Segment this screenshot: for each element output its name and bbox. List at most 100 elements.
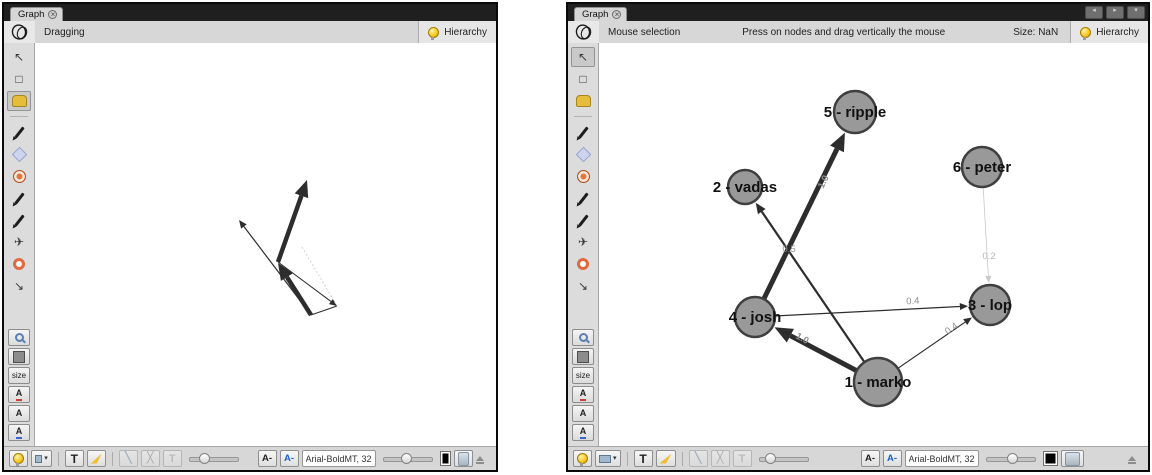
edge-pencil-tool-icon[interactable] — [571, 210, 595, 230]
graph-edge — [755, 149, 837, 317]
slider-knob[interactable] — [401, 453, 412, 464]
tab-graph[interactable]: Graph × — [574, 7, 627, 21]
text-size-button[interactable]: T — [733, 450, 752, 467]
label-color-swatch[interactable] — [1043, 451, 1058, 466]
palette-button[interactable] — [454, 450, 473, 467]
rect-selection-tool-icon[interactable]: □ — [7, 69, 31, 89]
scroll-tabs-right-icon[interactable]: ▸ — [1106, 6, 1124, 19]
edge-scale-slider[interactable] — [758, 451, 810, 466]
tab-bar: Graph × ◂ ▸ ▾ — [568, 4, 1148, 21]
background-color-button[interactable] — [8, 348, 30, 365]
hierarchy-toggle[interactable]: Hierarchy — [418, 21, 496, 43]
slider-knob[interactable] — [765, 453, 776, 464]
graph-canvas[interactable] — [35, 43, 496, 446]
tab-graph[interactable]: Graph × — [10, 7, 63, 21]
label-size-button[interactable]: A — [8, 405, 30, 422]
heater-tool-icon[interactable] — [7, 254, 31, 274]
font-field[interactable] — [302, 450, 376, 467]
cursor-tool-icon[interactable]: ↖ — [571, 47, 595, 67]
edge-display-dropdown[interactable]: ▾ — [31, 450, 52, 467]
label-scale-slider[interactable] — [382, 451, 434, 466]
close-icon[interactable]: × — [48, 10, 57, 19]
hand-icon — [12, 95, 27, 107]
heatmap-tool-icon[interactable] — [571, 144, 595, 164]
text-size-button[interactable]: T — [163, 450, 182, 467]
node-labels-button[interactable]: T — [634, 450, 653, 467]
background-color-button[interactable] — [572, 348, 594, 365]
node-graph[interactable]: 1.00.50.20.40.41.01 - marko2 - vadas3 - … — [599, 43, 1148, 446]
edge-weight-button[interactable]: ╲ — [119, 450, 138, 467]
node-pencil-tool-icon[interactable] — [571, 188, 595, 208]
hierarchy-toggle[interactable]: Hierarchy — [1070, 21, 1148, 43]
a-minus-blue-icon: A- — [887, 453, 897, 464]
painter-tool-icon[interactable] — [7, 122, 31, 142]
edge-arrowhead-icon — [963, 317, 972, 325]
edge-scale-slider[interactable] — [188, 451, 240, 466]
line-icon: ╲ — [695, 453, 702, 464]
edge-display-dropdown[interactable]: ▾ — [595, 450, 621, 467]
shortest-path-tool-icon[interactable]: ✈ — [571, 232, 595, 252]
cursor-tool-icon[interactable]: ↖ — [7, 47, 31, 67]
close-icon[interactable]: × — [612, 10, 621, 19]
painter-tool-icon[interactable] — [571, 122, 595, 142]
edge-weight-button[interactable]: ╲ — [689, 450, 708, 467]
reset-size-button[interactable]: size — [8, 367, 30, 384]
tab-label: Graph — [582, 9, 608, 20]
diamond-icon — [11, 146, 27, 162]
shortest-path-tool-icon[interactable]: ✈ — [7, 232, 31, 252]
scroll-tabs-left-icon[interactable]: ◂ — [1085, 6, 1103, 19]
node-pencil-tool-icon[interactable] — [7, 188, 31, 208]
font-color-button[interactable]: A- — [280, 450, 299, 467]
center-view-button[interactable] — [572, 329, 594, 346]
light-toggle-button[interactable] — [9, 450, 28, 467]
edge-display-icon — [35, 455, 42, 463]
font-color-button[interactable]: A- — [883, 450, 902, 467]
label-attributes-button[interactable]: A — [8, 424, 30, 441]
window-body: ↖ □ ✈ ↘ size A A A — [4, 43, 496, 446]
a-minus-blue-icon: A- — [284, 453, 294, 464]
edge-labels-button[interactable] — [87, 450, 106, 467]
collapse-bar-icon[interactable] — [1128, 456, 1136, 461]
heatmap-tool-icon[interactable] — [7, 144, 31, 164]
hand-icon — [576, 95, 591, 107]
font-smaller-button[interactable]: A- — [258, 450, 277, 467]
label-scale-slider[interactable] — [985, 451, 1037, 466]
sizer-tool-icon[interactable] — [571, 166, 595, 186]
slider-knob[interactable] — [199, 453, 210, 464]
edit-tool-icon[interactable]: ↘ — [7, 276, 31, 296]
sizer-tool-icon[interactable] — [7, 166, 31, 186]
graph-canvas[interactable]: 1.00.50.20.40.41.01 - marko2 - vadas3 - … — [599, 43, 1148, 446]
label-attributes-button[interactable]: A — [572, 424, 594, 441]
heater-tool-icon[interactable] — [571, 254, 595, 274]
edge-pencil-tool-icon[interactable] — [7, 210, 31, 230]
light-toggle-button[interactable] — [573, 450, 592, 467]
dragging-figure[interactable] — [35, 43, 496, 446]
cross-icon: ╳ — [147, 453, 154, 464]
palette-button[interactable] — [1061, 450, 1084, 467]
slider-knob[interactable] — [1007, 453, 1018, 464]
tab-menu-icon[interactable]: ▾ — [1127, 6, 1145, 19]
font-smaller-button[interactable]: A- — [861, 450, 880, 467]
collapse-bar-icon[interactable] — [476, 456, 484, 461]
node-labels-button[interactable]: T — [65, 450, 84, 467]
drag-tool-icon[interactable] — [571, 91, 595, 111]
edge-color-button[interactable]: ╳ — [711, 450, 730, 467]
pencil-icon — [578, 192, 588, 204]
graph-edge — [755, 307, 960, 317]
edit-tool-icon[interactable]: ↘ — [571, 276, 595, 296]
edge-labels-button[interactable] — [656, 450, 676, 467]
background-square-icon — [577, 351, 589, 363]
label-size-button[interactable]: A — [572, 405, 594, 422]
drag-tool-icon[interactable] — [7, 91, 31, 111]
center-view-button[interactable] — [8, 329, 30, 346]
status-bar: Dragging Hierarchy — [4, 21, 496, 44]
edge-color-button[interactable]: ╳ — [141, 450, 160, 467]
magnifier-icon — [15, 333, 24, 342]
label-color-button[interactable]: A — [8, 386, 30, 403]
label-color-button[interactable]: A — [572, 386, 594, 403]
rect-selection-tool-icon[interactable]: □ — [571, 69, 595, 89]
tab-label: Graph — [18, 9, 44, 20]
font-field[interactable] — [905, 450, 979, 467]
reset-size-button[interactable]: size — [572, 367, 594, 384]
label-color-swatch[interactable] — [440, 451, 451, 466]
